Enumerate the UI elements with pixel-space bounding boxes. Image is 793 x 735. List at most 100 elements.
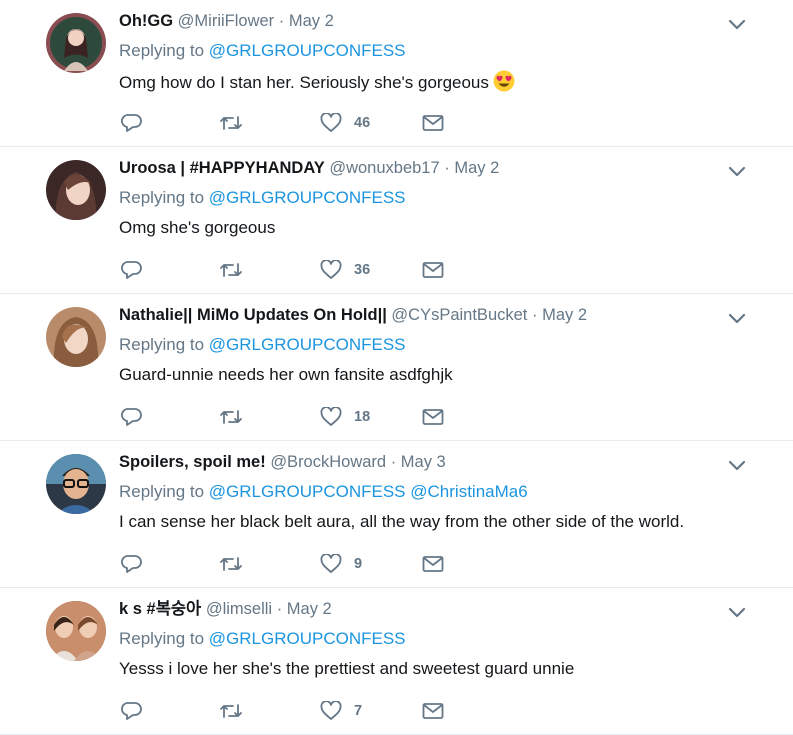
replying-to-label: Replying to xyxy=(119,41,205,60)
tweet[interactable]: k s #복숭아 @limselli · May 2 Replying to @… xyxy=(0,588,793,735)
heart-eyes-emoji-icon xyxy=(493,70,515,92)
avatar[interactable] xyxy=(46,307,106,367)
tweet-text-content: Omg how do I stan her. Seriously she's g… xyxy=(119,73,489,92)
heart-icon xyxy=(320,554,342,573)
mention-link[interactable]: @GRLGROUPCONFESS xyxy=(209,41,406,60)
direct-message-button[interactable] xyxy=(422,112,444,134)
envelope-icon xyxy=(422,115,444,131)
chevron-down-icon[interactable] xyxy=(727,311,747,325)
reply-button[interactable] xyxy=(121,259,143,281)
separator-dot: · xyxy=(278,12,285,30)
tweet[interactable]: Spoilers, spoil me! @BrockHoward · May 3… xyxy=(0,441,793,588)
mention-link[interactable]: @GRLGROUPCONFESS xyxy=(209,335,406,354)
retweet-button[interactable] xyxy=(219,406,243,428)
user-handle[interactable]: @limselli xyxy=(206,600,272,618)
reply-button[interactable] xyxy=(121,112,143,134)
replying-to-label: Replying to xyxy=(119,629,205,648)
separator-dot: · xyxy=(531,306,538,324)
tweet-date[interactable]: May 2 xyxy=(287,600,332,618)
avatar[interactable] xyxy=(46,13,106,73)
retweet-button[interactable] xyxy=(219,259,243,281)
retweet-button[interactable] xyxy=(219,700,243,722)
tweet-date[interactable]: May 3 xyxy=(401,453,446,471)
avatar[interactable] xyxy=(46,454,106,514)
heart-icon xyxy=(320,701,342,720)
user-handle[interactable]: @CYsPaintBucket xyxy=(391,306,527,324)
display-name[interactable]: Uroosa | #HAPPYHANDAY xyxy=(119,159,325,177)
like-button[interactable]: 36 xyxy=(320,259,370,281)
replying-to: Replying to @GRLGROUPCONFESS @ChristinaM… xyxy=(119,481,753,503)
mention-link[interactable]: @GRLGROUPCONFESS xyxy=(209,629,406,648)
like-count: 36 xyxy=(354,262,371,278)
display-name[interactable]: Oh!GG xyxy=(119,12,173,30)
retweet-button[interactable] xyxy=(219,112,243,134)
tweet-header: Spoilers, spoil me! @BrockHoward · May 3 xyxy=(119,451,753,473)
separator-dot: · xyxy=(276,600,283,618)
like-button[interactable]: 18 xyxy=(320,406,370,428)
like-count: 18 xyxy=(354,409,371,425)
separator-dot: · xyxy=(390,453,397,471)
like-button[interactable]: 46 xyxy=(320,112,370,134)
envelope-icon xyxy=(422,262,444,278)
user-handle[interactable]: @BrockHoward xyxy=(270,453,386,471)
tweet-header: Oh!GG @MiriiFlower · May 2 xyxy=(119,10,753,32)
retweet-icon xyxy=(220,557,242,571)
direct-message-button[interactable] xyxy=(422,406,444,428)
retweet-button[interactable] xyxy=(219,553,243,575)
retweet-icon xyxy=(220,263,242,277)
chevron-down-icon[interactable] xyxy=(727,164,747,178)
retweet-icon xyxy=(220,704,242,718)
tweet-text: Yesss i love her she's the prettiest and… xyxy=(119,659,575,678)
tweet-text: Omg how do I stan her. Seriously she's g… xyxy=(119,70,753,94)
envelope-icon xyxy=(422,556,444,572)
tweet-header: Uroosa | #HAPPYHANDAY @wonuxbeb17 · May … xyxy=(119,157,753,179)
replying-to: Replying to @GRLGROUPCONFESS xyxy=(119,187,753,209)
like-button[interactable]: 7 xyxy=(320,700,362,722)
reply-button[interactable] xyxy=(121,406,143,428)
replying-to: Replying to @GRLGROUPCONFESS xyxy=(119,40,753,62)
heart-icon xyxy=(320,113,342,132)
chevron-down-icon[interactable] xyxy=(727,458,747,472)
tweet-date[interactable]: May 2 xyxy=(454,159,499,177)
reply-button[interactable] xyxy=(121,700,143,722)
tweet-date[interactable]: May 2 xyxy=(289,12,334,30)
mention-link[interactable]: @ChristinaMa6 xyxy=(410,482,527,501)
display-name[interactable]: Nathalie|| MiMo Updates On Hold|| xyxy=(119,306,387,324)
user-handle[interactable]: @wonuxbeb17 xyxy=(329,159,439,177)
display-name[interactable]: Spoilers, spoil me! xyxy=(119,453,266,471)
tweet-actions: 46 xyxy=(121,112,461,134)
replying-to-label: Replying to xyxy=(119,335,205,354)
direct-message-button[interactable] xyxy=(422,259,444,281)
chevron-down-icon[interactable] xyxy=(727,605,747,619)
tweet-header: k s #복숭아 @limselli · May 2 xyxy=(119,598,753,620)
tweet[interactable]: Oh!GG @MiriiFlower · May 2 Replying to @… xyxy=(0,0,793,147)
tweet-actions: 36 xyxy=(121,259,461,281)
tweet[interactable]: Uroosa | #HAPPYHANDAY @wonuxbeb17 · May … xyxy=(0,147,793,294)
heart-icon xyxy=(320,407,342,426)
tweet-date[interactable]: May 2 xyxy=(542,306,587,324)
separator-dot: · xyxy=(444,159,450,177)
user-handle[interactable]: @MiriiFlower xyxy=(178,12,275,30)
chevron-down-icon[interactable] xyxy=(727,17,747,31)
tweet-text: Omg she's gorgeous xyxy=(119,218,276,237)
reply-icon xyxy=(121,114,142,132)
direct-message-button[interactable] xyxy=(422,700,444,722)
display-name[interactable]: k s #복숭아 xyxy=(119,600,201,618)
like-count: 9 xyxy=(354,556,363,572)
avatar[interactable] xyxy=(46,601,106,661)
direct-message-button[interactable] xyxy=(422,553,444,575)
envelope-icon xyxy=(422,703,444,719)
tweet-actions: 7 xyxy=(121,700,461,722)
avatar[interactable] xyxy=(46,160,106,220)
reply-icon xyxy=(121,261,142,279)
retweet-icon xyxy=(220,116,242,130)
reply-icon xyxy=(121,408,142,426)
replying-to-label: Replying to xyxy=(119,188,205,207)
mention-link[interactable]: @GRLGROUPCONFESS xyxy=(209,482,406,501)
heart-icon xyxy=(320,260,342,279)
like-button[interactable]: 9 xyxy=(320,553,362,575)
like-count: 46 xyxy=(354,115,371,131)
tweet[interactable]: Nathalie|| MiMo Updates On Hold|| @CYsPa… xyxy=(0,294,793,441)
reply-button[interactable] xyxy=(121,553,143,575)
mention-link[interactable]: @GRLGROUPCONFESS xyxy=(209,188,406,207)
